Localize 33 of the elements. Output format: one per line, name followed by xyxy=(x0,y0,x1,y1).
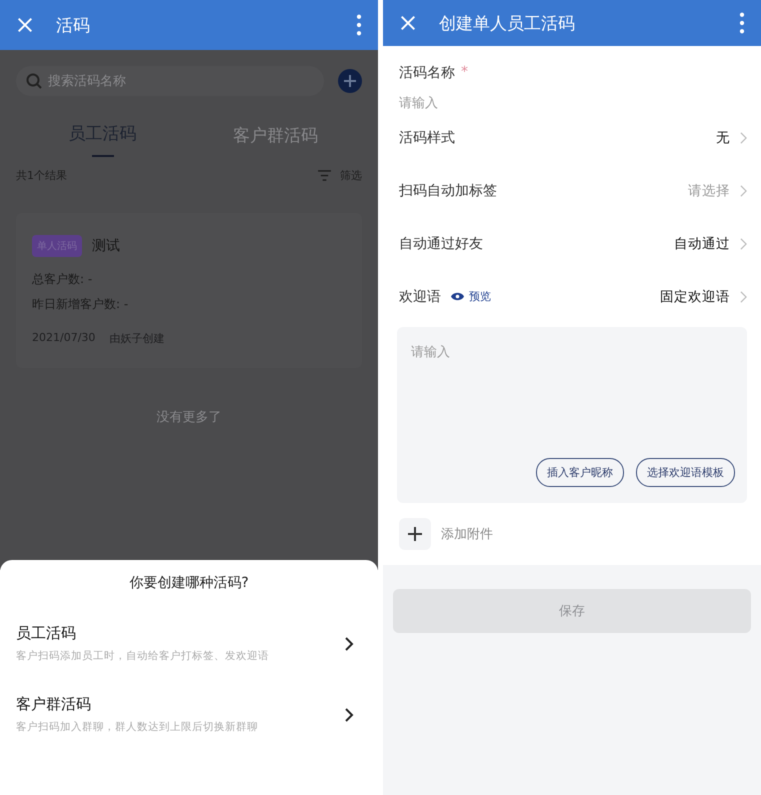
page-title: 创建单人员工活码 xyxy=(439,12,576,34)
close-icon[interactable] xyxy=(399,14,417,32)
option-item[interactable]: 员工活码 客户扫码添加员工时，自动给客户打标签、发欢迎语 xyxy=(16,614,362,673)
search-field[interactable]: 搜索活码名称 xyxy=(16,66,324,96)
eye-icon xyxy=(451,292,464,301)
field-label: 活码名称 xyxy=(399,64,455,82)
preview-link[interactable]: 预览 xyxy=(451,289,491,304)
more-icon[interactable] xyxy=(739,12,745,34)
chevron-icon xyxy=(740,238,747,250)
add-icon[interactable] xyxy=(399,518,431,550)
filter-icon xyxy=(317,170,332,181)
more-icon[interactable] xyxy=(356,14,362,36)
required-mark: * xyxy=(461,64,468,82)
setting-row[interactable]: 自动通过好友 自动通过 xyxy=(399,217,747,270)
chevron-icon xyxy=(740,132,747,144)
chevron-icon xyxy=(344,636,354,652)
insert-button[interactable]: 选择欢迎语模板 xyxy=(636,458,735,487)
close-icon[interactable] xyxy=(16,16,34,34)
insert-button[interactable]: 插入客户昵称 xyxy=(536,458,624,487)
end-text: 没有更多了 xyxy=(156,409,222,426)
setting-row[interactable]: 活码样式 无 xyxy=(399,111,747,164)
page-title: 活码 xyxy=(56,14,91,36)
code-name: 测试 xyxy=(92,237,120,255)
chevron-icon xyxy=(740,184,747,196)
sheet-title: 你要创建哪种活码? xyxy=(128,574,250,592)
chevron-icon xyxy=(740,290,747,302)
setting-row[interactable]: 欢迎语 预览 固定欢迎语 xyxy=(399,270,747,323)
setting-row[interactable]: 扫码自动加标签 请选择 xyxy=(399,164,747,217)
welcome-textarea[interactable]: 请输入 插入客户昵称 选择欢迎语模板 xyxy=(397,327,747,503)
search-icon xyxy=(26,73,42,89)
option-item[interactable]: 客户群活码 客户扫码加入群聊，群人数达到上限后切换新群聊 xyxy=(16,685,362,744)
attachment-label[interactable]: 添加附件 xyxy=(441,525,493,543)
chevron-icon xyxy=(344,706,354,722)
